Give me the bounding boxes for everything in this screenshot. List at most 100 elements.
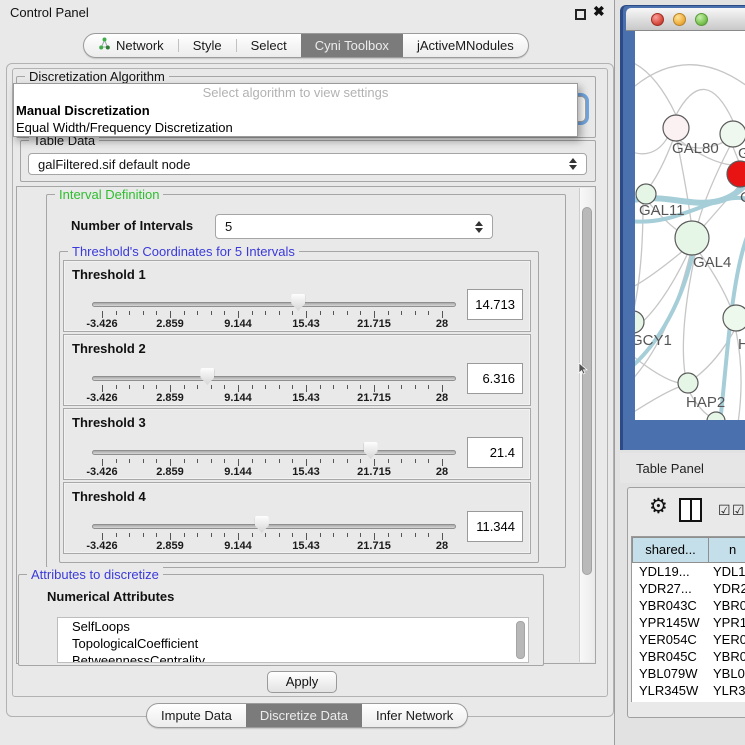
threshold-slider-track[interactable] [92,524,456,529]
zoom-traffic-light-icon[interactable] [695,13,708,26]
mouse-cursor-icon [578,363,589,375]
network-node-label: GAL4 [693,254,731,271]
threshold-value-field[interactable]: 11.344 [467,511,523,542]
threshold-value-field[interactable]: 14.713 [467,289,523,320]
minor-tick [292,533,293,537]
checkbox-icon[interactable]: ☑ [732,502,745,519]
minor-tick [265,385,266,389]
algorithm-option-manual[interactable]: Manual Discretization [14,102,577,119]
bottom-tab-impute-data[interactable]: Impute Data [147,704,246,727]
table-row[interactable]: YPR145WYPR1 [632,614,745,631]
name-cell: YDL1 [708,563,745,580]
tab-style[interactable]: Style [179,34,236,57]
minor-tick [401,459,402,463]
algorithm-hint-item[interactable]: Select algorithm to view settings [14,84,577,102]
attributes-scrollbar-thumb[interactable] [516,621,525,659]
network-node[interactable] [723,305,745,331]
number-of-intervals-label: Number of Intervals [71,218,193,233]
network-node[interactable] [663,115,689,141]
vertical-scrollbar[interactable] [579,188,594,662]
combo-arrows-icon [475,221,483,233]
minor-tick [197,459,198,463]
threshold-value-field[interactable]: 6.316 [467,363,523,394]
minor-tick [279,385,280,389]
threshold-value-field[interactable]: 21.4 [467,437,523,468]
network-node-label: GCY1 [635,332,672,349]
tab-network[interactable]: Network [84,34,178,57]
attribute-list-item[interactable]: BetweennessCentrality [58,652,528,663]
minor-tick [143,385,144,389]
minor-tick [360,385,361,389]
attribute-list-item[interactable]: SelfLoops [58,618,528,635]
table-row[interactable]: YDR27...YDR2 [632,580,745,597]
tick-label: 9.144 [216,392,260,404]
major-tick [102,385,103,392]
threshold-stack: Threshold 1-3.4262.8599.14415.4321.71528… [60,260,528,556]
minor-tick [428,459,429,463]
minimize-traffic-light-icon[interactable] [673,13,686,26]
table-row[interactable]: YER054CYER0 [632,631,745,648]
attribute-list-item[interactable]: TopologicalCoefficient [58,635,528,652]
column-header-shared-name[interactable]: shared... [632,537,709,563]
network-node[interactable] [720,121,745,147]
network-node[interactable] [635,311,644,333]
number-of-intervals-combobox[interactable]: 5 [215,214,493,239]
minor-tick [388,385,389,389]
table-row[interactable]: YIL052CYIL0 [632,699,745,702]
apply-button[interactable]: Apply [267,671,337,693]
minor-tick [197,533,198,537]
major-tick [102,311,103,318]
network-node[interactable] [675,221,709,255]
minor-tick [211,385,212,389]
minor-tick [320,533,321,537]
gear-icon[interactable]: ⚙ [649,495,668,519]
shared-name-cell: YPR145W [632,614,708,631]
close-traffic-light-icon[interactable] [651,13,664,26]
minor-tick [428,533,429,537]
control-panel-title: Control Panel [10,5,89,20]
minor-tick [211,311,212,315]
tab-jactivemnodules[interactable]: jActiveMNodules [403,34,528,57]
network-window-titlebar[interactable] [626,8,745,31]
network-edge [635,387,679,415]
network-node[interactable] [678,373,698,393]
close-icon[interactable]: ✖ [593,3,605,20]
threshold-label: Threshold 3 [72,415,146,430]
tab-select[interactable]: Select [237,34,301,57]
threshold-slider-handle[interactable] [291,294,305,311]
columns-icon[interactable] [679,498,702,522]
vertical-scrollbar-thumb[interactable] [582,207,592,575]
bottom-tab-discretize-data[interactable]: Discretize Data [246,704,362,727]
algorithm-option-equal-width[interactable]: Equal Width/Frequency Discretization [14,119,577,136]
minor-tick [360,533,361,537]
table-data-combobox[interactable]: galFiltered.sif default node [28,153,587,175]
bottom-tab-infer-network[interactable]: Infer Network [362,704,467,727]
network-node-label: GAL80 [672,140,719,157]
threshold-panel: Threshold 4-3.4262.8599.14415.4321.71528… [63,482,531,554]
table-row[interactable]: YBR043CYBR0 [632,597,745,614]
threshold-label: Threshold 4 [72,489,146,504]
checkbox-icon[interactable]: ☑ [718,502,731,519]
threshold-slider-track[interactable] [92,450,456,455]
threshold-slider-handle[interactable] [364,442,378,459]
network-edge [635,61,676,115]
table-row[interactable]: YDL19...YDL1 [632,563,745,580]
shared-name-cell: YDL19... [632,563,708,580]
tick-label: 21.715 [352,540,396,552]
threshold-slider-handle[interactable] [255,516,269,533]
threshold-slider-track[interactable] [92,376,456,381]
minor-tick [279,311,280,315]
threshold-slider-handle[interactable] [200,368,214,385]
major-tick [170,533,171,540]
threshold-slider-track[interactable] [92,302,456,307]
table-row[interactable]: YBL079WYBL0 [632,665,745,682]
minor-tick [292,385,293,389]
table-row[interactable]: YBR045CYBR0 [632,648,745,665]
minor-tick [415,459,416,463]
network-canvas[interactable]: GAL80GACGAL11GAL4GCY1HHAP2 [635,31,745,420]
tab-cyni-toolbox[interactable]: Cyni Toolbox [301,34,403,57]
table-row[interactable]: YLR345WYLR3 [632,682,745,699]
network-node[interactable] [636,184,656,204]
column-header-name[interactable]: n [708,537,745,563]
float-window-icon[interactable] [575,9,586,20]
